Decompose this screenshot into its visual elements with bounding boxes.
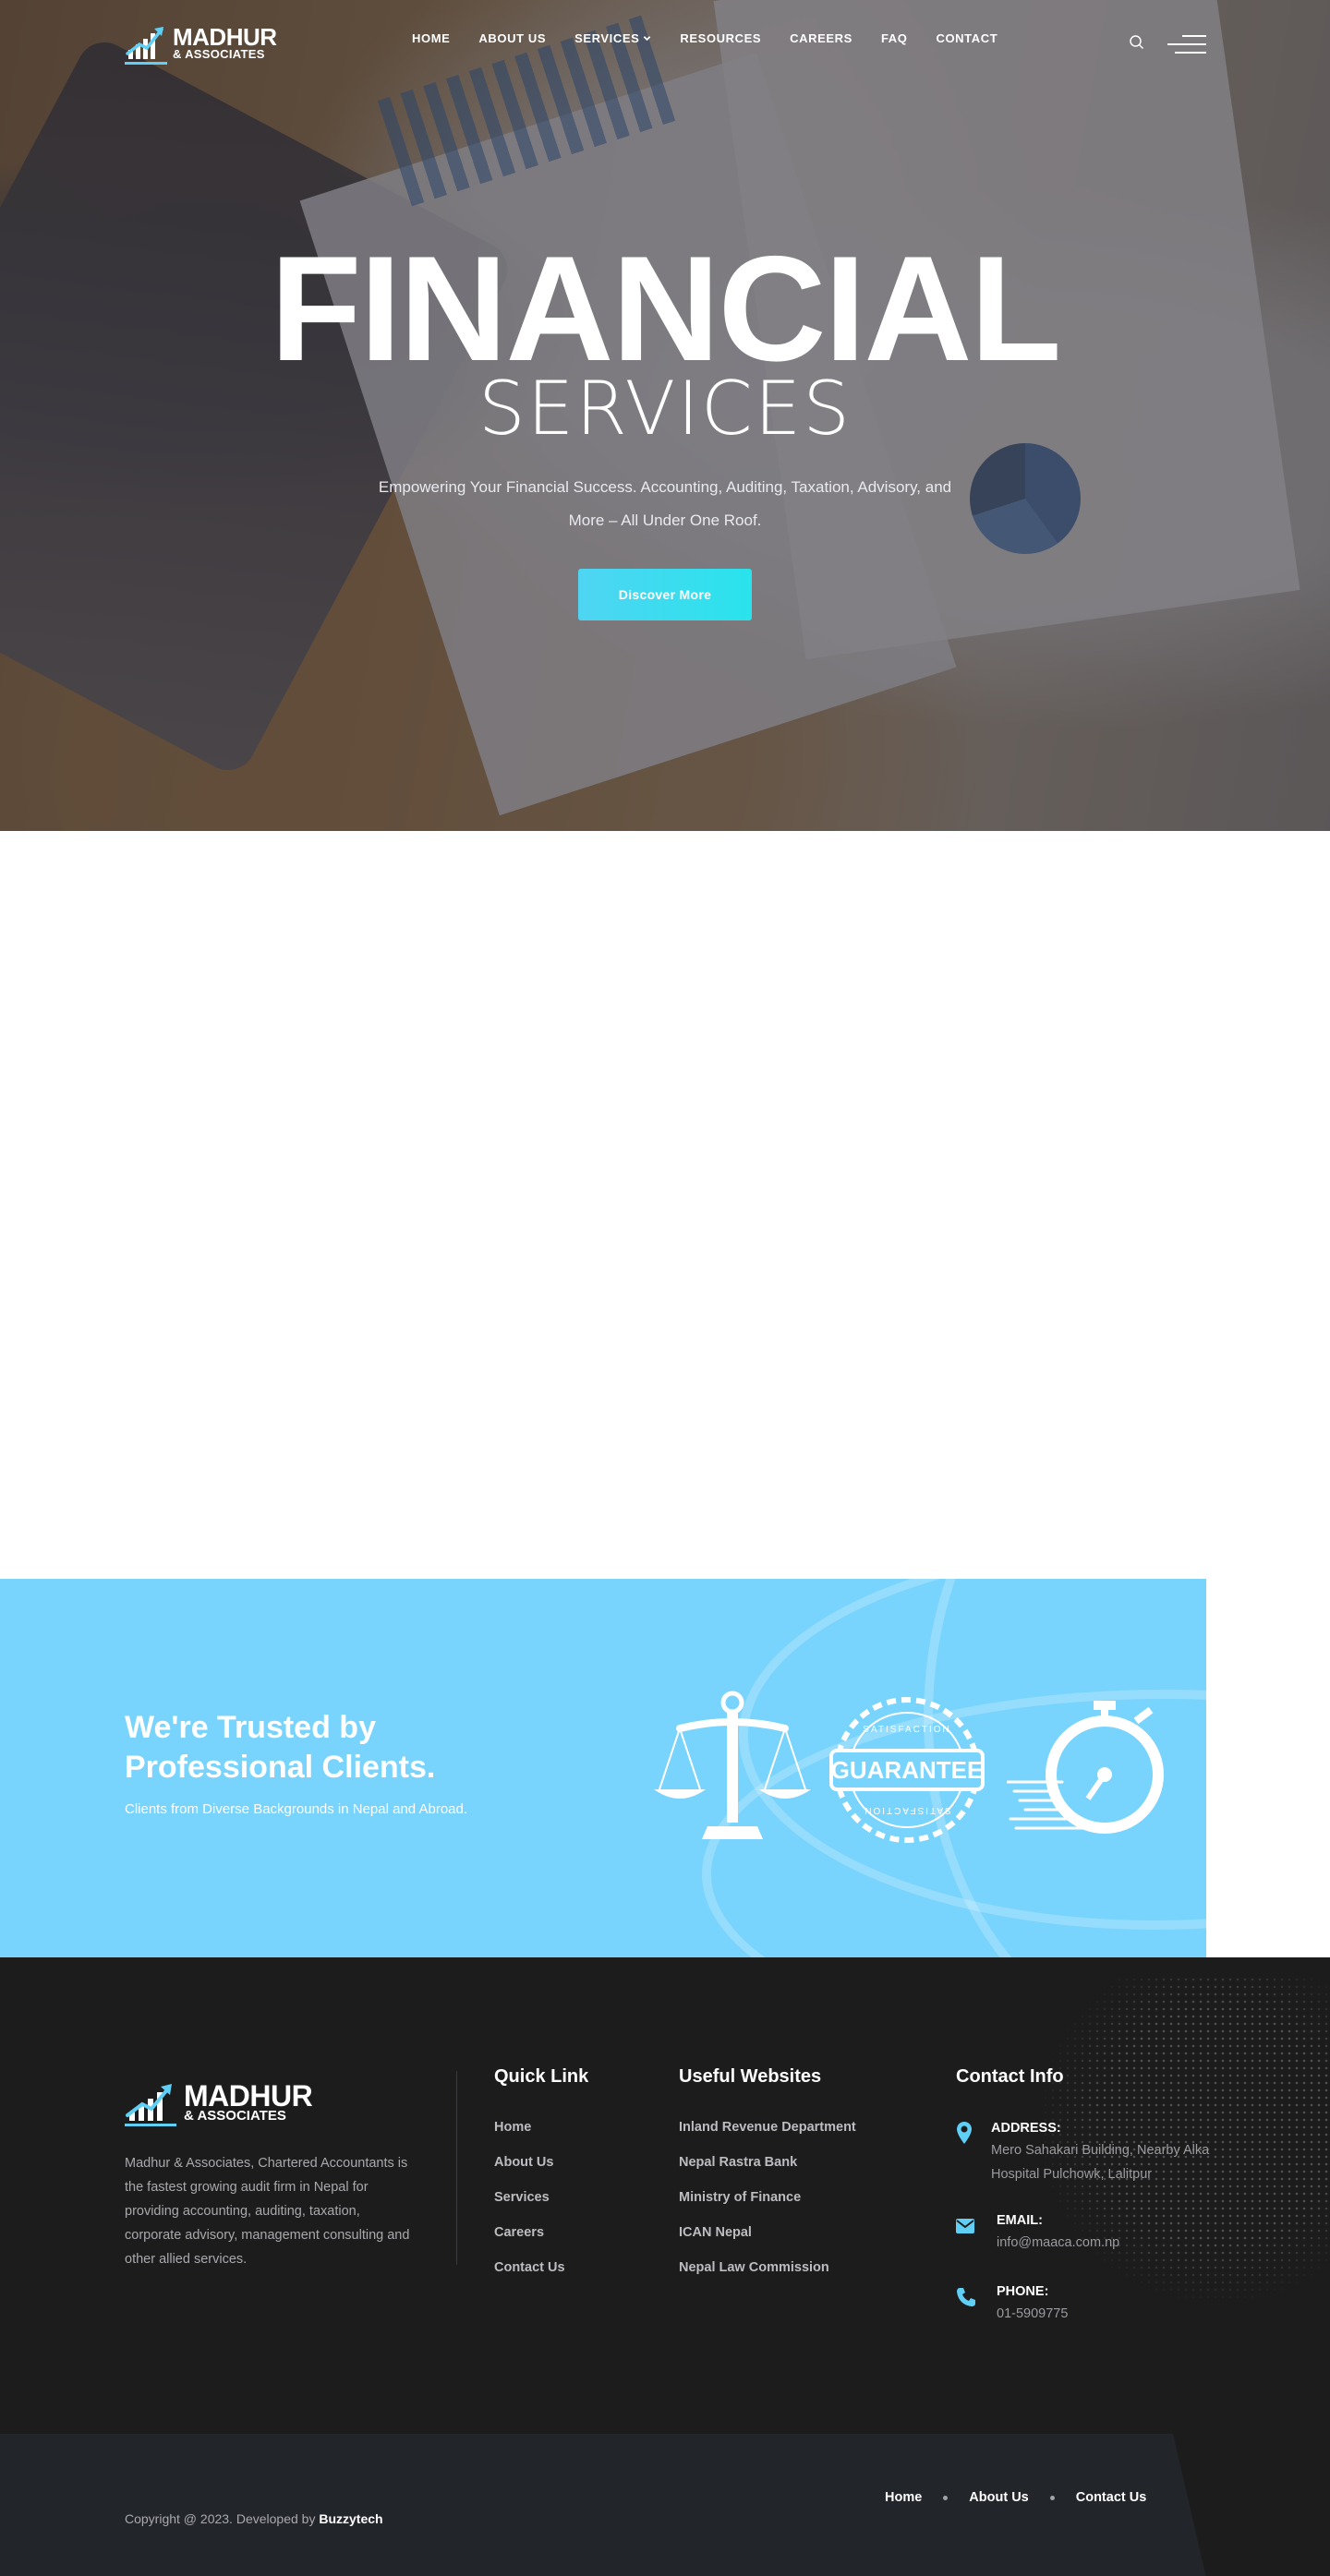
- contact-phone: PHONE: 01-5909775: [997, 2284, 1068, 2326]
- hero-subtitle: SERVICES: [478, 366, 852, 451]
- nav-contact-label: CONTACT: [936, 31, 998, 45]
- sub-footer-nav: Home About Us Contact Us: [885, 2490, 1146, 2505]
- phone-link[interactable]: 01-5909775: [997, 2302, 1068, 2326]
- trust-banner: We're Trusted by Professional Clients. C…: [0, 1579, 1206, 1957]
- sub-footer-link-about-us[interactable]: About Us: [969, 2490, 1028, 2505]
- footer-link-contact-us[interactable]: Contact Us: [494, 2260, 565, 2275]
- hero-description: Empowering Your Financial Success. Accou…: [378, 478, 952, 529]
- email-link[interactable]: info@maaca.com.np: [997, 2231, 1119, 2255]
- footer-link-about-us[interactable]: About Us: [494, 2155, 553, 2170]
- contact-address: ADDRESS: Mero Sahakari Building, Nearby …: [991, 2121, 1213, 2186]
- logo-name: MADHUR: [173, 23, 277, 51]
- logo-subtitle: & ASSOCIATES: [173, 47, 265, 61]
- footer-link-home[interactable]: Home: [494, 2120, 531, 2135]
- footer: MADHUR & ASSOCIATES Madhur & Associates,…: [0, 1957, 1330, 2438]
- developer-name: Buzzytech: [319, 2511, 383, 2526]
- copyright-label: Copyright @ 2023. Developed by: [125, 2511, 316, 2526]
- trust-heading: We're Trusted by Professional Clients.: [125, 1710, 436, 1785]
- contact-email: EMAIL: info@maaca.com.np: [997, 2213, 1119, 2255]
- hero-title: FINANCIAL: [270, 225, 1062, 392]
- location-pin-icon: [957, 2122, 972, 2144]
- hero-section: MADHUR & ASSOCIATES HOME ABOUT US SERVIC…: [0, 0, 1330, 831]
- nav-contact[interactable]: CONTACT: [936, 31, 998, 45]
- quick-link-title: Quick Link: [494, 2066, 589, 2087]
- copyright-text: Copyright @ 2023. Developed by Buzzytech: [125, 2511, 383, 2526]
- sub-footer-link-contact-us[interactable]: Contact Us: [1076, 2490, 1147, 2505]
- useful-link-mof[interactable]: Ministry of Finance: [679, 2190, 801, 2205]
- balance-scale-icon: [654, 1691, 811, 1839]
- footer-link-careers[interactable]: Careers: [494, 2225, 544, 2240]
- nav-careers-label: CAREERS: [790, 31, 852, 45]
- stopwatch-icon: [1007, 1701, 1164, 1834]
- nav-services[interactable]: SERVICES: [574, 31, 651, 45]
- primary-menu: HOME ABOUT US SERVICES RESOURCES CAREERS…: [412, 31, 1026, 45]
- nav-about-us-label: ABOUT US: [478, 31, 547, 45]
- nav-faq[interactable]: FAQ: [881, 31, 908, 45]
- satisfaction-ring-bottom: SATISFACTION: [863, 1805, 951, 1815]
- developer-link[interactable]: Buzzytech: [319, 2511, 382, 2526]
- guarantee-label: GUARANTEE: [831, 1756, 984, 1784]
- sub-footer: Copyright @ 2023. Developed by Buzzytech…: [0, 2434, 1330, 2576]
- sub-footer-accent: [1173, 2434, 1330, 2576]
- footer-logo-name: MADHUR: [184, 2079, 313, 2113]
- nav-services-label: SERVICES: [574, 31, 640, 45]
- useful-websites-title: Useful Websites: [679, 2066, 822, 2087]
- search-icon[interactable]: [1128, 33, 1146, 52]
- discover-more-button[interactable]: Discover More: [578, 569, 752, 620]
- nav-resources-label: RESOURCES: [680, 31, 762, 45]
- contact-info-title: Contact Info: [956, 2066, 1064, 2087]
- useful-link-nrb[interactable]: Nepal Rastra Bank: [679, 2155, 797, 2170]
- footer-logo[interactable]: MADHUR & ASSOCIATES: [125, 2079, 313, 2126]
- address-value: Mero Sahakari Building, Nearby Alka Hosp…: [991, 2143, 1210, 2182]
- trust-text: Clients from Diverse Backgrounds in Nepa…: [125, 1801, 468, 1817]
- phone-icon: [957, 2288, 975, 2306]
- address-label: ADDRESS:: [991, 2121, 1061, 2136]
- nav-resources[interactable]: RESOURCES: [680, 31, 761, 45]
- nav-about-us[interactable]: ABOUT US: [478, 31, 546, 45]
- separator-dot: [943, 2495, 949, 2500]
- nav-careers[interactable]: CAREERS: [790, 31, 852, 45]
- nav-home[interactable]: HOME: [412, 31, 450, 45]
- separator-dot: [1049, 2495, 1055, 2500]
- main-navbar: MADHUR & ASSOCIATES HOME ABOUT US SERVIC…: [0, 0, 1330, 83]
- footer-description: Madhur & Associates, Chartered Accountan…: [125, 2156, 410, 2267]
- sub-footer-link-home[interactable]: Home: [885, 2490, 922, 2505]
- useful-link-ican[interactable]: ICAN Nepal: [679, 2225, 752, 2240]
- useful-link-ird[interactable]: Inland Revenue Department: [679, 2120, 856, 2135]
- logo-chart-icon: [125, 22, 167, 65]
- hamburger-menu-icon[interactable]: [1167, 35, 1206, 54]
- logo[interactable]: MADHUR & ASSOCIATES: [125, 22, 277, 65]
- phone-label: PHONE:: [997, 2284, 1049, 2299]
- useful-link-law-commission[interactable]: Nepal Law Commission: [679, 2260, 829, 2275]
- footer-divider: [456, 2071, 457, 2265]
- chevron-down-icon: [644, 36, 651, 42]
- satisfaction-ring-top: SATISFACTION: [863, 1725, 951, 1735]
- envelope-icon: [956, 2219, 974, 2233]
- email-label: EMAIL:: [997, 2213, 1043, 2228]
- guarantee-seal-icon: GUARANTEE SATISFACTION SATISFACTION: [829, 1697, 985, 1843]
- footer-link-services[interactable]: Services: [494, 2190, 550, 2205]
- logo-chart-icon: [125, 2080, 176, 2126]
- nav-home-label: HOME: [412, 31, 451, 45]
- nav-faq-label: FAQ: [880, 31, 908, 45]
